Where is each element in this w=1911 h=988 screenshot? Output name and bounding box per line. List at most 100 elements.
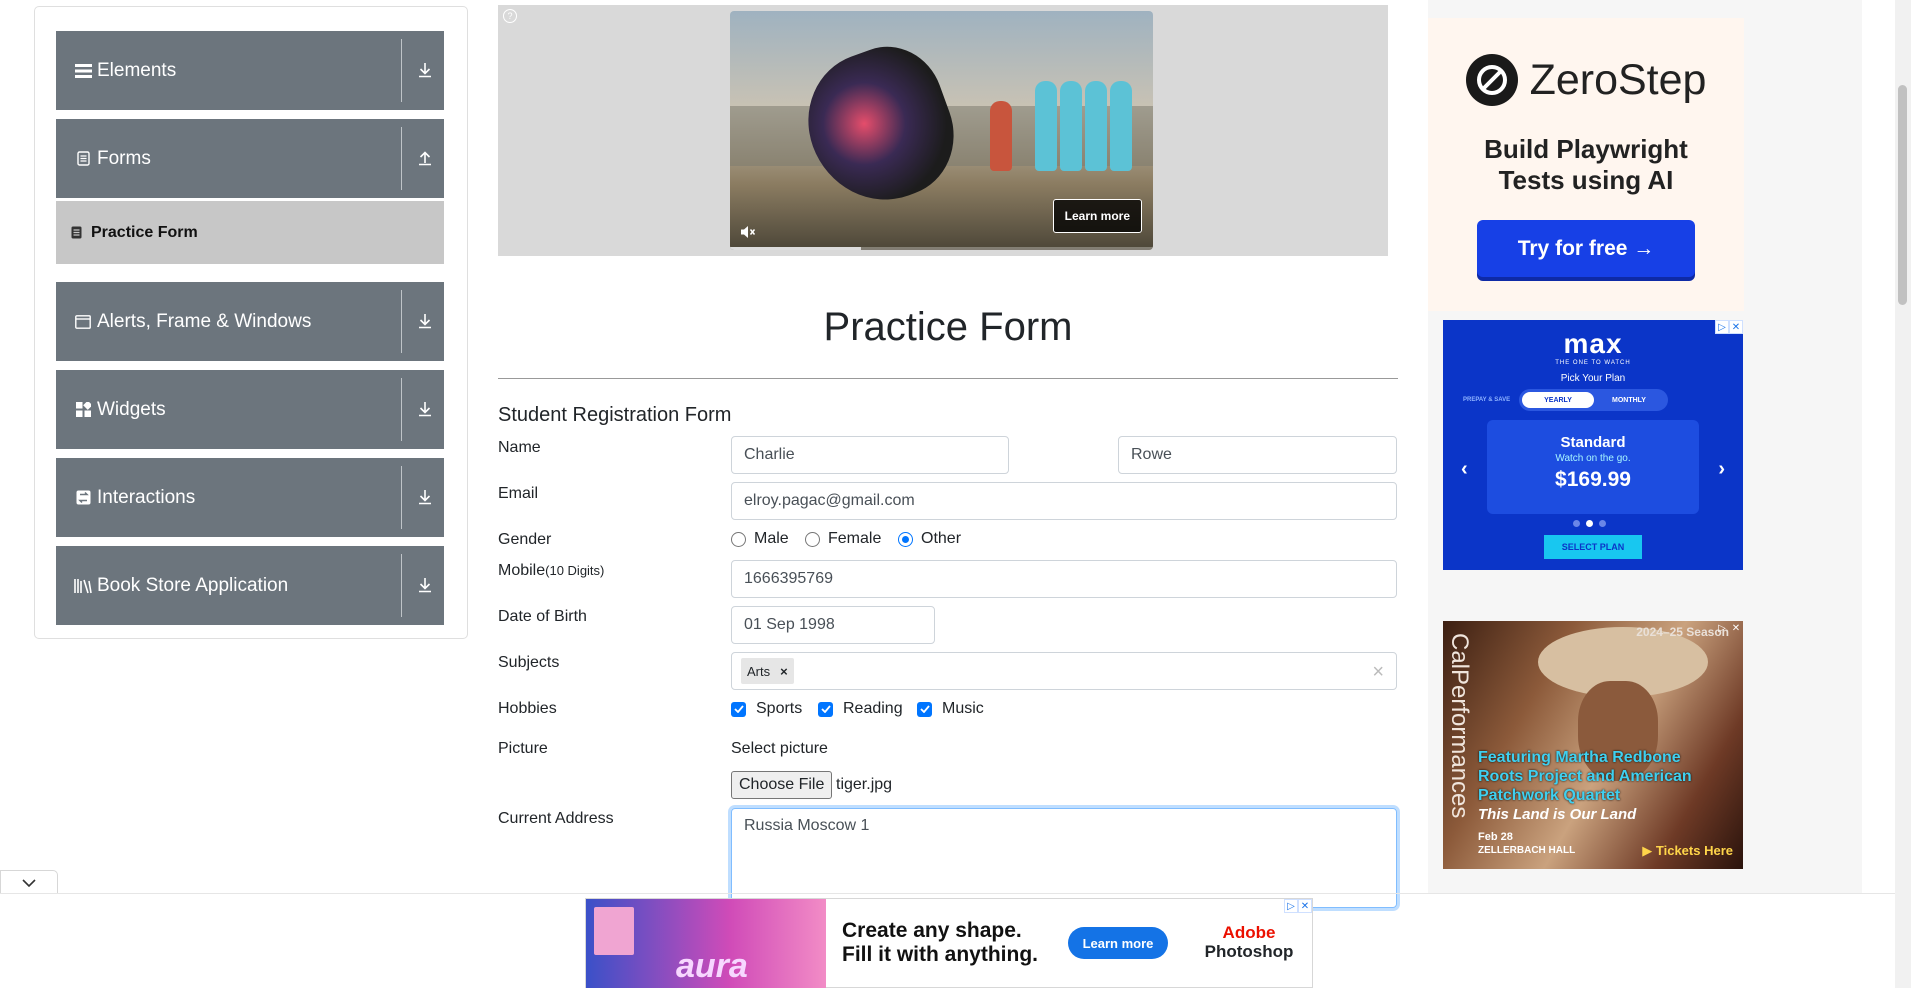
plan-price: $169.99 xyxy=(1555,468,1631,491)
upload-icon xyxy=(414,147,436,169)
checkbox-checked[interactable] xyxy=(731,701,746,717)
zerostep-headline: Build Playwright Tests using AI xyxy=(1484,134,1688,195)
try-for-free-button[interactable]: Try for free → xyxy=(1477,220,1695,277)
ad-event-date: Feb 28 xyxy=(1478,831,1513,843)
radio-label: Female xyxy=(828,530,882,547)
window-icon xyxy=(74,313,92,331)
chip-remove-icon[interactable]: × xyxy=(780,664,788,679)
zerostep-ad[interactable]: ZeroStep Build Playwright Tests using AI… xyxy=(1428,18,1744,311)
brand-line: Photoshop xyxy=(1204,942,1294,961)
plan-card: Standard Watch on the go. $169.99 xyxy=(1487,420,1699,514)
hobby-checkbox-reading[interactable]: Reading xyxy=(818,700,903,718)
download-icon xyxy=(414,574,436,596)
max-ad[interactable]: ▷ ✕ max THE ONE TO WATCH Pick Your Plan … xyxy=(1443,320,1743,570)
clear-subjects-icon[interactable]: × xyxy=(1372,661,1384,684)
video-player[interactable]: Learn more xyxy=(730,11,1153,250)
divider xyxy=(401,554,402,617)
last-name-input[interactable]: Rowe xyxy=(1118,436,1397,474)
plan-description: Watch on the go. xyxy=(1555,453,1631,464)
checkbox-label: Music xyxy=(942,700,984,717)
divider xyxy=(401,466,402,529)
gender-radio-other[interactable]: Other xyxy=(898,530,961,548)
download-icon xyxy=(414,398,436,420)
learn-more-button[interactable]: Learn more xyxy=(1052,199,1142,233)
ad-headline: Create any shape. Fill it with anything. xyxy=(842,919,1038,967)
form-subtitle: Student Registration Form xyxy=(498,404,732,426)
download-icon xyxy=(414,310,436,332)
name-label: Name xyxy=(498,439,541,456)
yearly-option[interactable]: YEARLY xyxy=(1522,392,1594,408)
email-input[interactable]: elroy.pagac@gmail.com xyxy=(731,482,1397,520)
sidebar-item-practice-form[interactable]: Practice Form xyxy=(56,201,444,264)
carousel-dots xyxy=(1573,520,1606,527)
group-header-widgets[interactable]: Widgets xyxy=(56,370,444,449)
chevron-right-icon[interactable]: › xyxy=(1718,458,1725,481)
max-prepay: PREPAY & SAVE xyxy=(1463,397,1511,403)
document-icon xyxy=(74,150,92,168)
gender-radio-male[interactable]: Male xyxy=(731,530,789,548)
first-name-input[interactable]: Charlie xyxy=(731,436,1009,474)
group-header-elements[interactable]: Elements xyxy=(56,31,444,110)
mobile-input[interactable]: 1666395769 xyxy=(731,560,1397,598)
ad-info-icon[interactable]: ? xyxy=(503,9,517,23)
carousel-dot[interactable] xyxy=(1599,520,1606,527)
video-figure xyxy=(1035,81,1057,171)
chevron-left-icon[interactable]: ‹ xyxy=(1461,458,1468,481)
monthly-option[interactable]: MONTHLY xyxy=(1596,392,1662,408)
checkbox-checked[interactable] xyxy=(818,701,833,717)
tickets-link[interactable]: ▶ Tickets Here xyxy=(1642,843,1733,859)
page: Elements Forms Practice Form Alerts, Fra… xyxy=(0,0,1911,988)
gender-radio-female[interactable]: Female xyxy=(805,530,881,548)
ad-art-word: aura xyxy=(676,947,748,985)
hobby-checkbox-sports[interactable]: Sports xyxy=(731,700,802,718)
scrollbar[interactable] xyxy=(1895,0,1911,988)
collapse-tab[interactable] xyxy=(0,870,58,894)
learn-more-button[interactable]: Learn more xyxy=(1068,927,1168,959)
hobby-checkbox-music[interactable]: Music xyxy=(917,700,984,718)
video-progress[interactable] xyxy=(730,247,1153,250)
choose-file-button[interactable]: Choose File xyxy=(731,771,833,799)
carousel-dot[interactable] xyxy=(1573,520,1580,527)
hamburger-icon xyxy=(74,62,92,80)
group-label: Interactions xyxy=(97,486,196,508)
group-header-book-store[interactable]: Book Store Application xyxy=(56,546,444,625)
scrollbar-thumb[interactable] xyxy=(1898,85,1907,305)
video-progress-fill xyxy=(730,247,862,250)
zerostep-brand: ZeroStep xyxy=(1529,55,1707,104)
group-header-forms[interactable]: Forms xyxy=(56,119,444,198)
divider xyxy=(401,290,402,353)
radio-dot-selected[interactable] xyxy=(898,531,913,547)
close-icon[interactable]: ✕ xyxy=(1298,899,1312,913)
dob-label: Date of Birth xyxy=(498,608,587,625)
widgets-icon xyxy=(74,401,92,419)
video-ad[interactable]: ? Learn more xyxy=(498,5,1388,256)
group-label: Book Store Application xyxy=(97,574,289,596)
mobile-label: Mobile(10 Digits) xyxy=(498,562,604,580)
subject-chip: Arts × xyxy=(741,658,794,684)
zerostep-icon xyxy=(1465,54,1518,106)
mute-icon[interactable] xyxy=(740,224,756,240)
ad-headline-line: Fill it with anything. xyxy=(842,943,1038,966)
left-panel: Elements Forms Practice Form Alerts, Fra… xyxy=(34,6,468,639)
date-of-birth-input[interactable]: 01 Sep 1998 xyxy=(731,606,935,644)
checkbox-label: Sports xyxy=(756,700,803,717)
adobe-banner-ad[interactable]: aura Create any shape. Fill it with anyt… xyxy=(585,898,1313,988)
radio-dot[interactable] xyxy=(805,531,820,547)
calperformances-ad[interactable]: 2024–25 Season ▷ ✕ CalPerformances Featu… xyxy=(1443,621,1743,869)
email-label: Email xyxy=(498,485,539,502)
group-header-alerts[interactable]: Alerts, Frame & Windows xyxy=(56,282,444,361)
ad-venue: ZELLERBACH HALL xyxy=(1478,845,1576,856)
checkbox-checked[interactable] xyxy=(917,701,932,717)
radio-dot[interactable] xyxy=(731,531,746,547)
close-icon[interactable]: ✕ xyxy=(1729,621,1743,635)
plan-toggle[interactable]: YEARLY MONTHLY xyxy=(1519,389,1668,411)
carousel-dot-active[interactable] xyxy=(1586,520,1593,527)
ad-choices-icon[interactable]: ▷ xyxy=(1284,899,1298,913)
select-plan-button[interactable]: SELECT PLAN xyxy=(1544,535,1642,559)
books-icon xyxy=(74,577,92,595)
ad-choices-icon[interactable]: ▷ xyxy=(1715,621,1729,635)
video-dancer xyxy=(788,31,972,221)
subjects-input[interactable]: × xyxy=(731,652,1397,690)
group-header-interactions[interactable]: Interactions xyxy=(56,458,444,537)
calperformances-brand: CalPerformances xyxy=(1446,633,1473,819)
